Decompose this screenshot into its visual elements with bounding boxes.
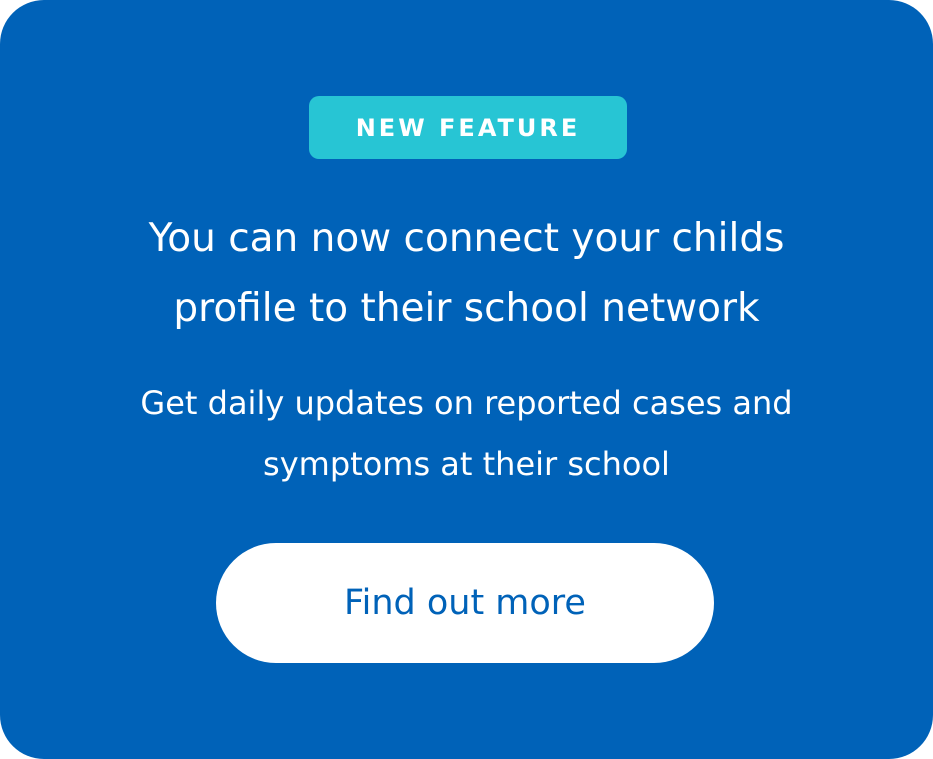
headline-line-1: You can now connect your childs xyxy=(148,216,785,261)
new-feature-badge: NEW FEATURE xyxy=(309,96,627,159)
headline-line-2: profile to their school network xyxy=(173,286,760,331)
feature-promo-card: NEW FEATURE You can now connect your chi… xyxy=(0,0,933,759)
badge-label: NEW FEATURE xyxy=(355,113,581,142)
promo-description: Get daily updates on reported cases and … xyxy=(60,373,873,495)
find-out-more-button[interactable]: Find out more xyxy=(216,543,714,663)
find-out-more-label: Find out more xyxy=(344,583,586,623)
description-line-1: Get daily updates on reported cases and xyxy=(140,384,793,422)
promo-headline: You can now connect your childs profile … xyxy=(60,204,873,344)
description-line-2: symptoms at their school xyxy=(263,445,670,483)
